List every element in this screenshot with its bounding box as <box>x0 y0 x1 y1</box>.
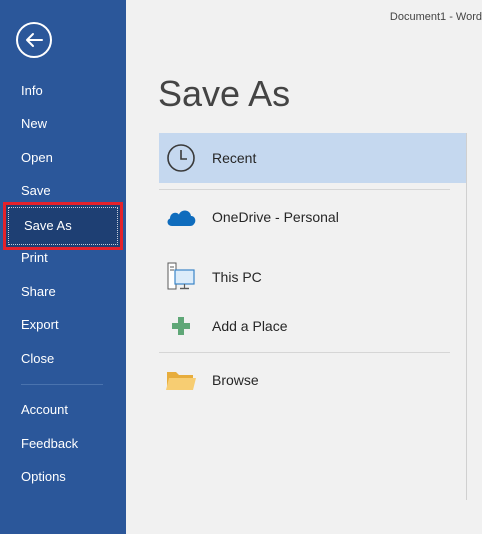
location-browse[interactable]: Browse <box>159 355 467 405</box>
backstage-sidebar: Info New Open Save Save As Print Share E… <box>0 0 126 534</box>
location-this-pc[interactable]: This PC <box>159 252 467 302</box>
location-label: Browse <box>212 372 259 388</box>
location-add-a-place[interactable]: Add a Place <box>159 301 467 351</box>
sidebar-item-share[interactable]: Share <box>0 276 126 308</box>
sidebar-divider <box>21 384 103 385</box>
panel-edge <box>466 133 467 500</box>
clock-icon <box>165 142 197 174</box>
back-arrow-icon <box>26 33 43 47</box>
plus-icon <box>165 310 197 342</box>
page-title: Save As <box>158 73 291 114</box>
sidebar-item-feedback[interactable]: Feedback <box>0 428 126 460</box>
location-label: This PC <box>212 269 262 285</box>
location-onedrive-personal[interactable]: OneDrive - Personal <box>159 192 467 242</box>
sidebar-item-close[interactable]: Close <box>0 343 126 375</box>
sidebar-item-export[interactable]: Export <box>0 309 126 341</box>
sidebar-item-open[interactable]: Open <box>0 142 126 174</box>
location-label: Add a Place <box>212 318 288 334</box>
sidebar-item-print[interactable]: Print <box>0 242 126 274</box>
location-separator <box>159 352 450 353</box>
save-as-pane: Document1 - Word Save As Recent OneDrive… <box>126 0 482 534</box>
location-separator <box>159 189 450 190</box>
location-label: Recent <box>212 150 257 166</box>
folder-icon <box>165 364 197 396</box>
onedrive-cloud-icon <box>165 201 197 233</box>
location-recent[interactable]: Recent <box>159 133 467 183</box>
location-label: OneDrive - Personal <box>212 209 339 225</box>
sidebar-item-new[interactable]: New <box>0 108 126 140</box>
sidebar-item-info[interactable]: Info <box>0 75 126 107</box>
save-locations-list: Recent OneDrive - Personal This PC Add a… <box>159 133 467 500</box>
back-button[interactable] <box>16 22 52 58</box>
document-title: Document1 - Word <box>389 11 482 23</box>
sidebar-item-options[interactable]: Options <box>0 461 126 493</box>
sidebar-item-account[interactable]: Account <box>0 394 126 426</box>
computer-icon <box>165 261 197 293</box>
